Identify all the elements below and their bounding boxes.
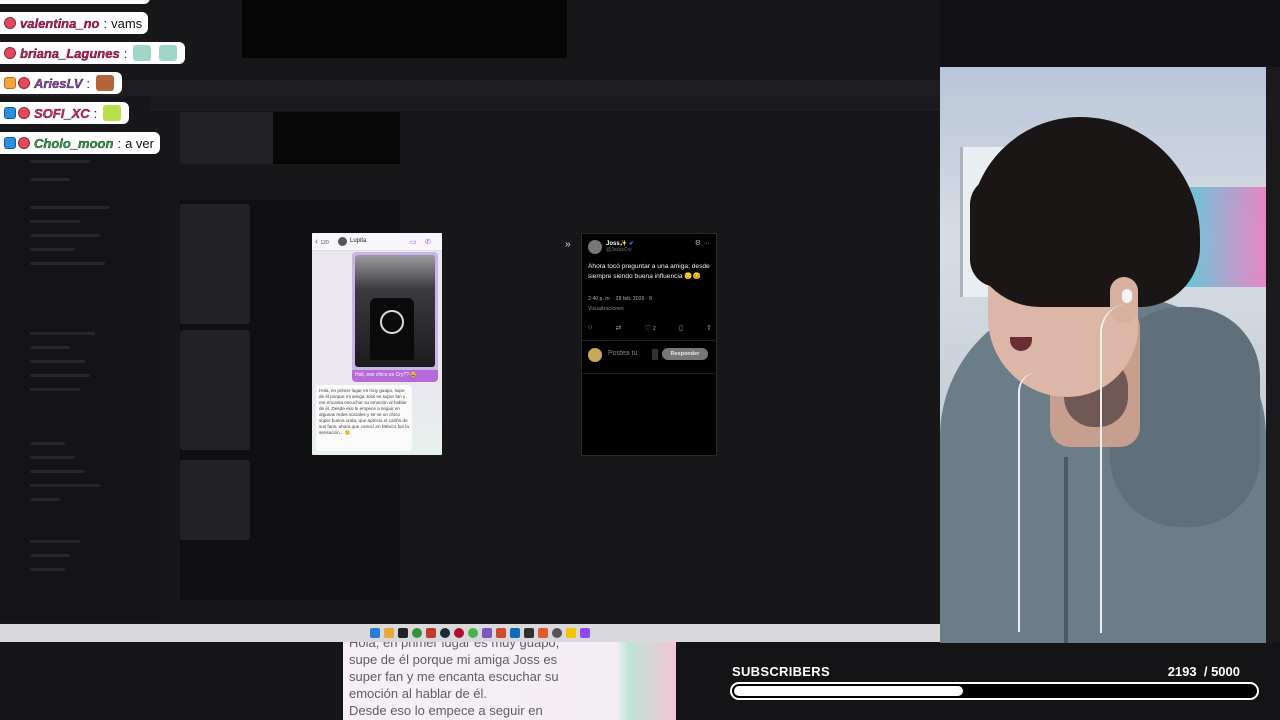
tweet-card: » Joss✨ ✔ @JossxCry ⚙ ··· Ahora tocó pre… — [565, 233, 718, 456]
subscriber-progress-bar — [730, 682, 1259, 700]
shared-photo — [352, 252, 438, 372]
chat-message: valentina_no : vams — [0, 12, 149, 34]
message-bubble: Hola, en primer lugar es muy guapo, supe… — [316, 385, 412, 451]
chat-message: AriesLV : — [0, 72, 123, 94]
subscriber-goal-count: 2193 / 5000 — [1167, 664, 1240, 679]
emote-picture-icon — [96, 75, 115, 91]
window-toolbar — [150, 96, 940, 110]
chat-text: vams — [111, 15, 143, 31]
video-call-icon: ▭ — [410, 239, 417, 246]
app-icon[interactable] — [370, 628, 380, 638]
message-text: Hola, en primer lugar es muy guapo, supe… — [319, 388, 409, 435]
reply-button[interactable]: Responder — [662, 348, 708, 360]
photo-caption-bubble: Holi, ese chico es Cry?? 😆 — [352, 370, 438, 382]
like-icon[interactable]: ♡ 2 — [645, 324, 656, 332]
tweet-timestamp: 2:40 p. m. · 28 feb. 2026 · 8 — [588, 296, 653, 302]
tweet-views-label: Visualizaciones — [588, 306, 624, 312]
subscriber-goal-label: SUBSCRIBERS — [732, 664, 830, 679]
app-icon[interactable] — [566, 628, 576, 638]
avatar — [338, 237, 347, 246]
moderator-badge-icon — [4, 47, 16, 59]
zoom-line: supe de él porque mi amiga Joss es — [349, 652, 558, 667]
app-icon[interactable] — [482, 628, 492, 638]
dark-panel — [242, 0, 567, 58]
emote-face-icon — [159, 45, 178, 61]
subscriber-goal: SUBSCRIBERS 2193 / 5000 — [728, 660, 1260, 704]
moderator-badge-icon — [18, 77, 30, 89]
moderator-badge-icon — [18, 107, 30, 119]
chat-username[interactable]: valentina_no — [20, 15, 100, 30]
more-icon[interactable]: ⚙ ··· — [695, 239, 710, 247]
app-icon[interactable] — [468, 628, 478, 638]
zoom-line: Desde eso lo empece a seguir en — [349, 703, 543, 718]
chat-overlay: valentina_no : vams briana_Lagunes : Ari… — [0, 0, 210, 160]
chat-username[interactable]: Cholo_moon — [34, 135, 114, 150]
chat-username[interactable]: AriesLV — [34, 75, 83, 90]
gif-icon[interactable] — [652, 349, 658, 360]
photo-caption: Holi, ese chico es Cry?? 😆 — [355, 372, 417, 378]
reply-icon[interactable]: ○ — [588, 324, 592, 332]
stream-frame: Hola, en primer lugar es muy guapo, supe… — [0, 0, 1280, 720]
chat-header: ‹ 120 Lupita ▭ ✆ — [312, 233, 442, 251]
zoom-line: super fan y me encanta escuchar su — [349, 669, 559, 684]
app-icon[interactable] — [552, 628, 562, 638]
moderator-badge-icon — [18, 137, 30, 149]
subscriber-progress-fill — [734, 686, 963, 696]
phone-icon: ✆ — [425, 239, 431, 246]
avatar — [588, 348, 602, 362]
cube-badge-icon — [4, 137, 16, 149]
zoom-line: emoción al hablar de él. — [349, 686, 488, 701]
chat-message: briana_Lagunes : — [0, 42, 186, 64]
bookmark-icon[interactable]: ▯ — [679, 324, 683, 332]
zoomed-message: Hola, en primer lugar es muy guapo, supe… — [343, 642, 676, 720]
moderator-badge-icon — [4, 17, 16, 29]
emote-face-icon — [133, 45, 152, 61]
cube-badge-icon — [4, 107, 16, 119]
like-count: 2 — [652, 326, 656, 332]
chrome-icon[interactable] — [412, 628, 422, 638]
taskbar — [0, 624, 940, 642]
steam-icon[interactable] — [440, 628, 450, 638]
tweet-handle: @JossxCry — [606, 247, 632, 253]
retweet-icon[interactable]: ⇄ — [616, 324, 622, 332]
tweet-actions: ○ ⇄ ♡ 2 ▯ ⇧ — [588, 324, 712, 332]
app-icon[interactable] — [426, 628, 436, 638]
app-icon[interactable] — [510, 628, 520, 638]
webcam-feed — [940, 67, 1266, 643]
dark-panel — [273, 112, 400, 164]
background-window-edge — [1266, 67, 1280, 643]
chat-text: a ver — [125, 135, 154, 151]
sidebar-list — [0, 150, 160, 620]
chat-message: Cholo_moon : a ver — [0, 132, 160, 154]
back-count: ‹ 120 — [315, 236, 329, 246]
subscriber-badge-icon — [4, 77, 16, 89]
share-icon[interactable]: ⇧ — [706, 324, 712, 332]
chat-username[interactable]: briana_Lagunes — [20, 45, 120, 60]
app-icon[interactable] — [454, 628, 464, 638]
reply-input[interactable]: Postea tu — [608, 350, 638, 357]
avatar — [588, 240, 602, 254]
tweet-text: Ahora tocó preguntar a una amiga; desde … — [588, 263, 710, 280]
chat-screenshot: ‹ 120 Lupita ▭ ✆ Holi, ese chico es Cry?… — [312, 233, 442, 455]
contact-name: Lupita — [350, 238, 367, 244]
chat-message-partial — [0, 0, 150, 4]
chat-message: SOFI_XC : — [0, 102, 130, 124]
twitch-icon[interactable] — [580, 628, 590, 638]
folder-icon[interactable] — [384, 628, 394, 638]
tweet-display-name: Joss✨ ✔ — [606, 241, 634, 247]
app-icon[interactable] — [524, 628, 534, 638]
zoom-line: Hola, en primer lugar es muy guapo, — [349, 642, 560, 650]
terminal-icon[interactable] — [398, 628, 408, 638]
chat-username[interactable]: SOFI_XC — [34, 105, 90, 120]
app-icon[interactable] — [496, 628, 506, 638]
double-chevron-icon[interactable]: » — [565, 239, 571, 250]
emote-sign-icon — [103, 105, 122, 121]
app-icon[interactable] — [538, 628, 548, 638]
